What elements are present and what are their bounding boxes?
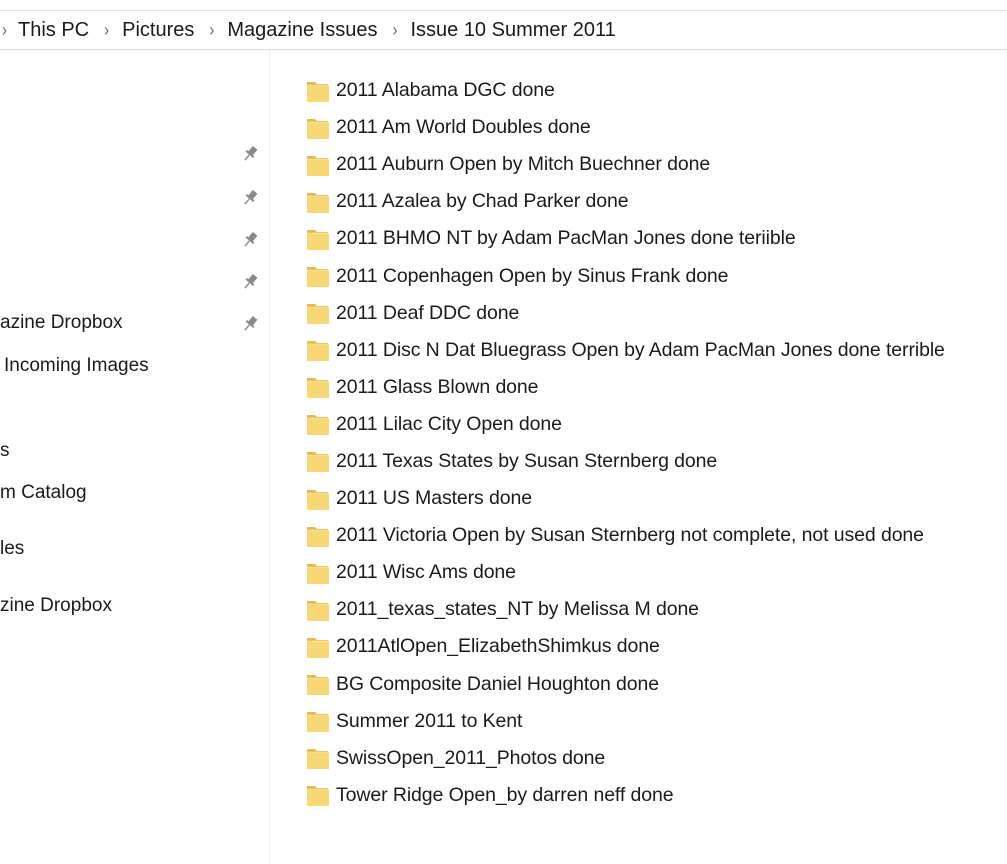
folder-name: 2011 Alabama DGC done xyxy=(336,79,555,102)
folder-name: 2011 US Masters done xyxy=(336,487,532,510)
nav-item-cut-off[interactable]: s xyxy=(0,440,10,462)
breadcrumb-magazine-issues[interactable]: Magazine Issues xyxy=(226,17,378,44)
pin-icon[interactable] xyxy=(240,144,260,164)
list-item[interactable]: 2011 Texas States by Susan Sternberg don… xyxy=(306,443,1006,480)
folder-icon xyxy=(307,192,329,213)
folder-name: 2011 Am World Doubles done xyxy=(336,116,591,139)
folder-icon xyxy=(307,304,329,325)
folder-icon xyxy=(307,637,329,658)
list-item[interactable]: 2011AtlOpen_ElizabethShimkus done xyxy=(306,628,1006,665)
nav-item-magazine-dropbox-2[interactable]: zine Dropbox xyxy=(0,595,112,617)
file-list: 2011 Alabama DGC done 2011 Am World Doub… xyxy=(306,72,1006,814)
list-item[interactable]: 2011 Alabama DGC done xyxy=(306,72,1006,109)
folder-name: 2011 Victoria Open by Susan Sternberg no… xyxy=(336,524,924,547)
folder-icon xyxy=(307,341,329,362)
folder-name: 2011 Disc N Dat Bluegrass Open by Adam P… xyxy=(336,338,945,361)
list-item[interactable]: 2011 Glass Blown done xyxy=(306,369,1006,406)
list-item[interactable]: 2011 Am World Doubles done xyxy=(306,109,1006,146)
folder-icon xyxy=(307,415,329,436)
list-item[interactable]: 2011 Victoria Open by Susan Sternberg no… xyxy=(306,517,1006,554)
list-item[interactable]: 2011 US Masters done xyxy=(306,480,1006,517)
list-item[interactable]: 2011 Lilac City Open done xyxy=(306,406,1006,443)
pin-icon[interactable] xyxy=(240,188,260,208)
folder-icon xyxy=(307,81,329,102)
folder-name: Summer 2011 to Kent xyxy=(336,709,523,732)
breadcrumb-pictures[interactable]: Pictures xyxy=(121,17,195,44)
folder-icon xyxy=(307,749,329,770)
folder-name: 2011 Glass Blown done xyxy=(336,375,539,398)
breadcrumb-separator-icon[interactable]: › xyxy=(209,20,214,40)
folder-icon xyxy=(307,786,329,807)
folder-icon xyxy=(307,378,329,399)
folder-name: 2011 Texas States by Susan Sternberg don… xyxy=(336,449,718,472)
list-item[interactable]: 2011 Disc N Dat Bluegrass Open by Adam P… xyxy=(306,332,1006,369)
list-item[interactable]: 2011 Azalea by Chad Parker done xyxy=(306,183,1006,220)
list-item[interactable]: 2011 Copenhagen Open by Sinus Frank done xyxy=(306,257,1006,294)
folder-name: 2011 BHMO NT by Adam PacMan Jones done t… xyxy=(336,227,796,250)
nav-item-files[interactable]: les xyxy=(0,538,24,560)
folder-icon xyxy=(307,675,329,696)
breadcrumb-separator-icon[interactable]: › xyxy=(392,20,397,40)
breadcrumb-separator-icon[interactable]: › xyxy=(2,20,7,40)
nav-item-incoming-images[interactable]: Incoming Images xyxy=(4,355,149,377)
folder-icon xyxy=(307,118,329,139)
folder-icon xyxy=(307,155,329,176)
list-item[interactable]: Summer 2011 to Kent xyxy=(306,703,1006,740)
folder-name: 2011 Lilac City Open done xyxy=(336,412,562,435)
folder-icon xyxy=(307,229,329,250)
address-bar[interactable]: › This PC › Pictures › Magazine Issues ›… xyxy=(0,10,1007,50)
folder-icon xyxy=(307,452,329,473)
folder-icon xyxy=(307,489,329,510)
breadcrumb-current-folder[interactable]: Issue 10 Summer 2011 xyxy=(409,17,616,44)
list-item[interactable]: SwissOpen_2011_Photos done xyxy=(306,740,1006,777)
folder-name: 2011 Copenhagen Open by Sinus Frank done xyxy=(336,264,729,287)
list-item[interactable]: 2011 Deaf DDC done xyxy=(306,295,1006,332)
list-item[interactable]: Tower Ridge Open_by darren neff done xyxy=(306,777,1006,814)
list-item[interactable]: BG Composite Daniel Houghton done xyxy=(306,666,1006,703)
folder-name: 2011 Auburn Open by Mitch Buechner done xyxy=(336,153,711,176)
navigation-pane: azine Dropbox Incoming Images s m Catalo… xyxy=(0,50,270,864)
folder-name: 2011 Wisc Ams done xyxy=(336,561,516,584)
folder-icon xyxy=(307,267,329,288)
breadcrumb-this-pc[interactable]: This PC xyxy=(17,17,90,44)
pin-icon[interactable] xyxy=(240,230,260,250)
folder-icon xyxy=(307,526,329,547)
folder-icon xyxy=(307,563,329,584)
folder-icon xyxy=(307,600,329,621)
folder-name: 2011AtlOpen_ElizabethShimkus done xyxy=(336,635,660,658)
list-item[interactable]: 2011 Wisc Ams done xyxy=(306,554,1006,591)
list-item[interactable]: 2011 BHMO NT by Adam PacMan Jones done t… xyxy=(306,220,1006,257)
folder-name: 2011_texas_states_NT by Melissa M done xyxy=(336,598,699,621)
pin-icon[interactable] xyxy=(240,314,260,334)
list-item[interactable]: 2011 Auburn Open by Mitch Buechner done xyxy=(306,146,1006,183)
folder-name: 2011 Azalea by Chad Parker done xyxy=(336,190,629,213)
list-item[interactable]: 2011_texas_states_NT by Melissa M done xyxy=(306,591,1006,628)
folder-name: Tower Ridge Open_by darren neff done xyxy=(336,783,674,806)
folder-icon xyxy=(307,712,329,733)
folder-name: BG Composite Daniel Houghton done xyxy=(336,672,659,695)
folder-name: 2011 Deaf DDC done xyxy=(336,301,520,324)
pin-icon[interactable] xyxy=(240,272,260,292)
nav-item-magazine-dropbox[interactable]: azine Dropbox xyxy=(0,312,123,334)
breadcrumb-separator-icon[interactable]: › xyxy=(104,20,109,40)
folder-name: SwissOpen_2011_Photos done xyxy=(336,746,606,769)
nav-item-catalog[interactable]: m Catalog xyxy=(0,482,87,504)
